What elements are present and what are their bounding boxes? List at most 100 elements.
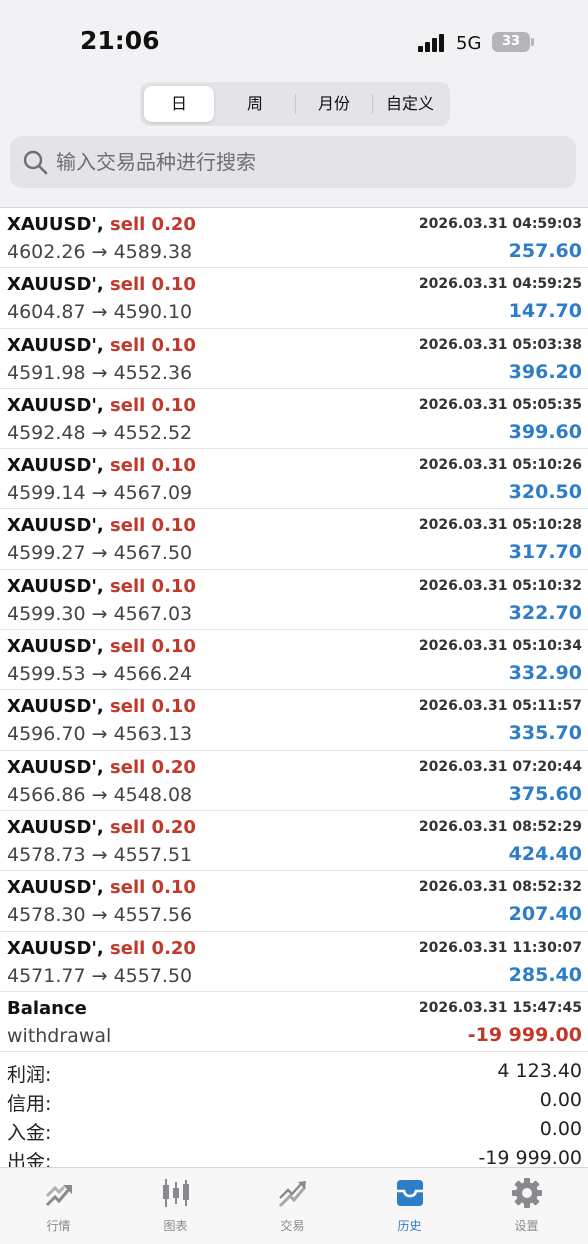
deal-row[interactable]: XAUUSD', sell 0.10 2026.03.31 05:10:28 4… [0, 509, 588, 570]
deal-profit: 320.50 [508, 481, 582, 504]
history-list: XAUUSD', sell 0.20 2026.03.31 04:59:03 4… [0, 207, 588, 1167]
deal-side: sell 0.10 [110, 515, 196, 537]
summary-label: 利润: [7, 1064, 52, 1087]
deal-symbol: XAUUSD' [7, 575, 97, 597]
history-icon [397, 1180, 423, 1206]
balance-title: Balance [7, 997, 87, 1019]
tab-label: 交易 [280, 1219, 305, 1233]
tab-chart[interactable]: 图表 [117, 1168, 234, 1244]
deal-row[interactable]: XAUUSD', sell 0.10 2026.03.31 05:10:32 4… [0, 570, 588, 631]
balance-time: 2026.03.31 15:47:45 [418, 999, 582, 1016]
deal-row[interactable]: XAUUSD', sell 0.10 2026.03.31 08:52:32 4… [0, 871, 588, 932]
deal-profit: 322.70 [508, 601, 582, 624]
deal-profit: 396.20 [508, 360, 582, 383]
deal-symbol: XAUUSD' [7, 696, 97, 718]
network-label: 5G [456, 33, 482, 54]
deal-time: 2026.03.31 05:03:38 [418, 336, 582, 353]
deal-side: sell 0.20 [110, 816, 196, 838]
tab-trade[interactable]: 交易 [234, 1168, 351, 1244]
deal-symbol: XAUUSD' [7, 455, 97, 477]
summary-credit: 信用: 0.00 [0, 1087, 588, 1116]
battery-level: 33 [501, 34, 521, 49]
deal-row[interactable]: XAUUSD', sell 0.10 2026.03.31 05:03:38 4… [0, 329, 588, 389]
deal-time: 2026.03.31 05:11:57 [418, 698, 582, 715]
tab-week[interactable]: 周 [216, 86, 294, 122]
deal-profit: 332.90 [508, 662, 582, 685]
summary-label: 出金: [7, 1151, 52, 1167]
deal-row[interactable]: XAUUSD', sell 0.10 2026.03.31 05:10:34 4… [0, 630, 588, 691]
status-bar: 21:06 5G 33 [0, 0, 588, 80]
tab-month[interactable]: 月份 [296, 86, 372, 122]
deal-time: 2026.03.31 05:05:35 [418, 396, 582, 413]
deal-prices: 4592.48 → 4552.52 [7, 421, 193, 444]
deal-profit: 399.60 [508, 420, 582, 443]
deal-row[interactable]: XAUUSD', sell 0.10 2026.03.31 05:11:57 4… [0, 690, 588, 751]
deal-row[interactable]: XAUUSD', sell 0.20 2026.03.31 07:20:44 4… [0, 751, 588, 811]
deal-profit: 257.60 [508, 240, 582, 262]
deal-prices: 4599.14 → 4567.09 [7, 482, 193, 505]
status-time: 21:06 [80, 26, 160, 55]
deal-row[interactable]: XAUUSD', sell 0.20 2026.03.31 04:59:03 4… [0, 208, 588, 269]
deal-prices: 4596.70 → 4563.13 [7, 723, 193, 746]
bottom-tab-bar: 行情 图表 交易 历史 设置 [0, 1167, 588, 1244]
deal-time: 2026.03.31 05:10:28 [418, 517, 582, 534]
deal-symbol: XAUUSD' [7, 515, 97, 537]
summary-value: 0.00 [539, 1118, 582, 1141]
balance-amount: -19 999.00 [467, 1023, 582, 1046]
deal-prices: 4591.98 → 4552.36 [7, 361, 193, 384]
deal-symbol: XAUUSD' [7, 334, 97, 356]
deal-row[interactable]: XAUUSD', sell 0.10 2026.03.31 04:59:25 4… [0, 268, 588, 329]
deal-prices: 4599.30 → 4567.03 [7, 602, 193, 625]
tab-day[interactable]: 日 [144, 86, 214, 122]
balance-row[interactable]: Balance 2026.03.31 15:47:45 withdrawal -… [0, 992, 588, 1053]
summary-profit: 利润: 4 123.40 [0, 1058, 588, 1087]
tab-custom[interactable]: 自定义 [373, 86, 447, 122]
deal-prices: 4599.27 → 4567.50 [7, 542, 193, 565]
tab-label: 行情 [46, 1219, 71, 1233]
deal-symbol: XAUUSD' [7, 636, 97, 658]
deal-time: 2026.03.31 04:59:03 [418, 216, 582, 232]
deal-row[interactable]: XAUUSD', sell 0.10 2026.03.31 05:05:35 4… [0, 389, 588, 450]
deal-symbol: XAUUSD' [7, 274, 97, 296]
trade-icon [278, 1181, 307, 1208]
deal-profit: 424.40 [508, 842, 582, 865]
battery-icon: 33 [492, 32, 530, 52]
chart-icon [163, 1179, 189, 1207]
deal-symbol: XAUUSD' [7, 756, 97, 778]
deal-prices: 4604.87 → 4590.10 [7, 301, 193, 324]
deal-time: 2026.03.31 05:10:32 [418, 577, 582, 594]
deal-symbol: XAUUSD' [7, 877, 97, 899]
tab-quotes[interactable]: 行情 [0, 1168, 117, 1244]
summary-value: 4 123.40 [497, 1060, 582, 1083]
settings-icon [512, 1178, 542, 1208]
deal-row[interactable]: XAUUSD', sell 0.20 2026.03.31 11:30:07 4… [0, 932, 588, 992]
tab-settings[interactable]: 设置 [468, 1168, 585, 1244]
deal-prices: 4578.73 → 4557.51 [7, 843, 193, 866]
summary-label: 入金: [7, 1122, 52, 1145]
summary-deposit: 入金: 0.00 [0, 1116, 588, 1145]
summary-label: 信用: [7, 1093, 52, 1116]
search-input[interactable] [56, 136, 556, 188]
summary-value: 0.00 [539, 1089, 582, 1112]
tab-history[interactable]: 历史 [351, 1168, 468, 1244]
deal-side: sell 0.10 [110, 334, 196, 356]
deal-row[interactable]: XAUUSD', sell 0.10 2026.03.31 05:10:26 4… [0, 449, 588, 510]
deal-profit: 317.70 [508, 541, 582, 564]
summary-section: 利润: 4 123.40 信用: 0.00 入金: 0.00 出金: -19 9… [0, 1052, 588, 1167]
deal-time: 2026.03.31 05:10:26 [418, 457, 582, 474]
deal-side: sell 0.10 [110, 636, 196, 658]
balance-description: withdrawal [7, 1024, 112, 1047]
deal-prices: 4578.30 → 4557.56 [7, 904, 193, 927]
signal-icon [418, 32, 448, 52]
deal-symbol: XAUUSD' [7, 816, 97, 838]
deal-side: sell 0.10 [110, 696, 196, 718]
deal-side: sell 0.10 [110, 455, 196, 477]
quotes-icon [45, 1185, 72, 1207]
deal-symbol: XAUUSD' [7, 937, 97, 959]
deal-row[interactable]: XAUUSD', sell 0.20 2026.03.31 08:52:29 4… [0, 811, 588, 872]
summary-withdrawal: 出金: -19 999.00 [0, 1145, 588, 1167]
period-segment-control: 日 周 月份 自定义 [140, 82, 450, 126]
deal-time: 2026.03.31 08:52:29 [418, 818, 582, 835]
tab-label: 历史 [397, 1219, 422, 1233]
search-icon [23, 150, 48, 175]
